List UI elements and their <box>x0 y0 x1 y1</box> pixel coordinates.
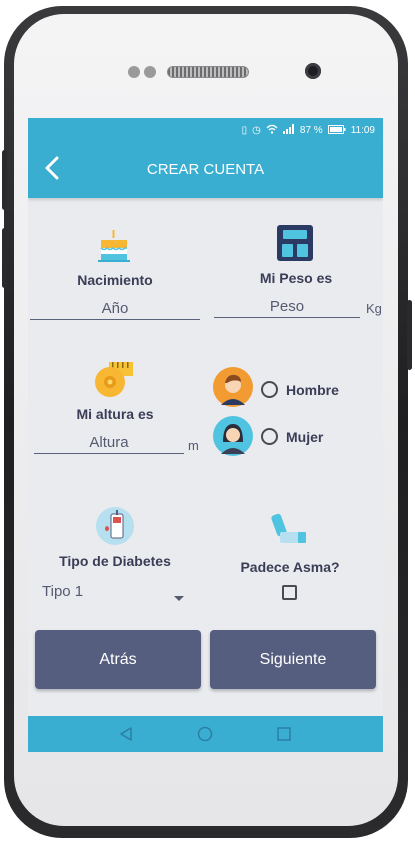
side-button <box>2 228 7 288</box>
weight-input[interactable]: Peso <box>214 298 360 318</box>
sensor-dot <box>128 66 140 78</box>
navigation-bar <box>28 716 383 752</box>
screen: ▯ ◷ 87 % 11:09 CREAR CUENTA Nacimiento A… <box>28 118 383 752</box>
dropdown-arrow-icon[interactable] <box>174 589 184 607</box>
page-title: CREAR CUENTA <box>146 161 265 178</box>
clock-time: 11:09 <box>350 125 375 136</box>
height-input[interactable]: Altura <box>34 434 184 454</box>
nav-home-icon[interactable] <box>197 726 213 747</box>
battery-percent: 87 % <box>299 125 323 136</box>
inhaler-icon <box>270 510 310 550</box>
male-avatar-icon <box>213 367 253 407</box>
volume-button <box>2 150 7 210</box>
diabetes-label: Tipo de Diabetes <box>59 553 171 569</box>
next-button[interactable]: Siguiente <box>210 630 376 689</box>
female-label[interactable]: Mujer <box>286 429 323 445</box>
battery-icon <box>327 124 346 137</box>
height-unit: m <box>188 438 199 453</box>
birthday-cake-icon <box>96 228 132 264</box>
back-button[interactable]: Atrás <box>35 630 201 689</box>
sensor-dot <box>144 66 156 78</box>
nav-back-icon[interactable] <box>118 726 134 747</box>
wifi-icon <box>266 124 278 137</box>
female-radio[interactable] <box>261 428 278 445</box>
weight-unit: Kg <box>366 301 382 316</box>
birth-label: Nacimiento <box>77 272 153 288</box>
glucometer-icon <box>95 506 135 546</box>
nav-recents-icon[interactable] <box>276 726 292 747</box>
male-label[interactable]: Hombre <box>286 382 339 398</box>
asthma-label: Padece Asma? <box>240 559 340 575</box>
female-avatar-icon <box>213 416 253 456</box>
diabetes-type-value: Tipo 1 <box>42 583 84 600</box>
signal-icon <box>282 124 295 137</box>
male-radio[interactable] <box>261 381 278 398</box>
scale-icon <box>276 224 314 262</box>
clock-alarm-icon: ◷ <box>252 125 261 136</box>
height-label: Mi altura es <box>76 406 154 422</box>
birth-year-input[interactable]: Año <box>30 300 200 320</box>
app-bar: CREAR CUENTA <box>28 142 383 198</box>
diabetes-type-select[interactable]: Tipo 1 <box>42 583 188 605</box>
power-button <box>407 300 412 370</box>
front-camera <box>305 63 321 79</box>
status-bar: ▯ ◷ 87 % 11:09 <box>28 118 383 142</box>
weight-label: Mi Peso es <box>259 270 333 286</box>
measuring-tape-icon <box>93 358 135 400</box>
vibrate-icon: ▯ <box>241 125 248 136</box>
earpiece-speaker <box>167 66 249 78</box>
asthma-checkbox[interactable] <box>282 585 297 600</box>
